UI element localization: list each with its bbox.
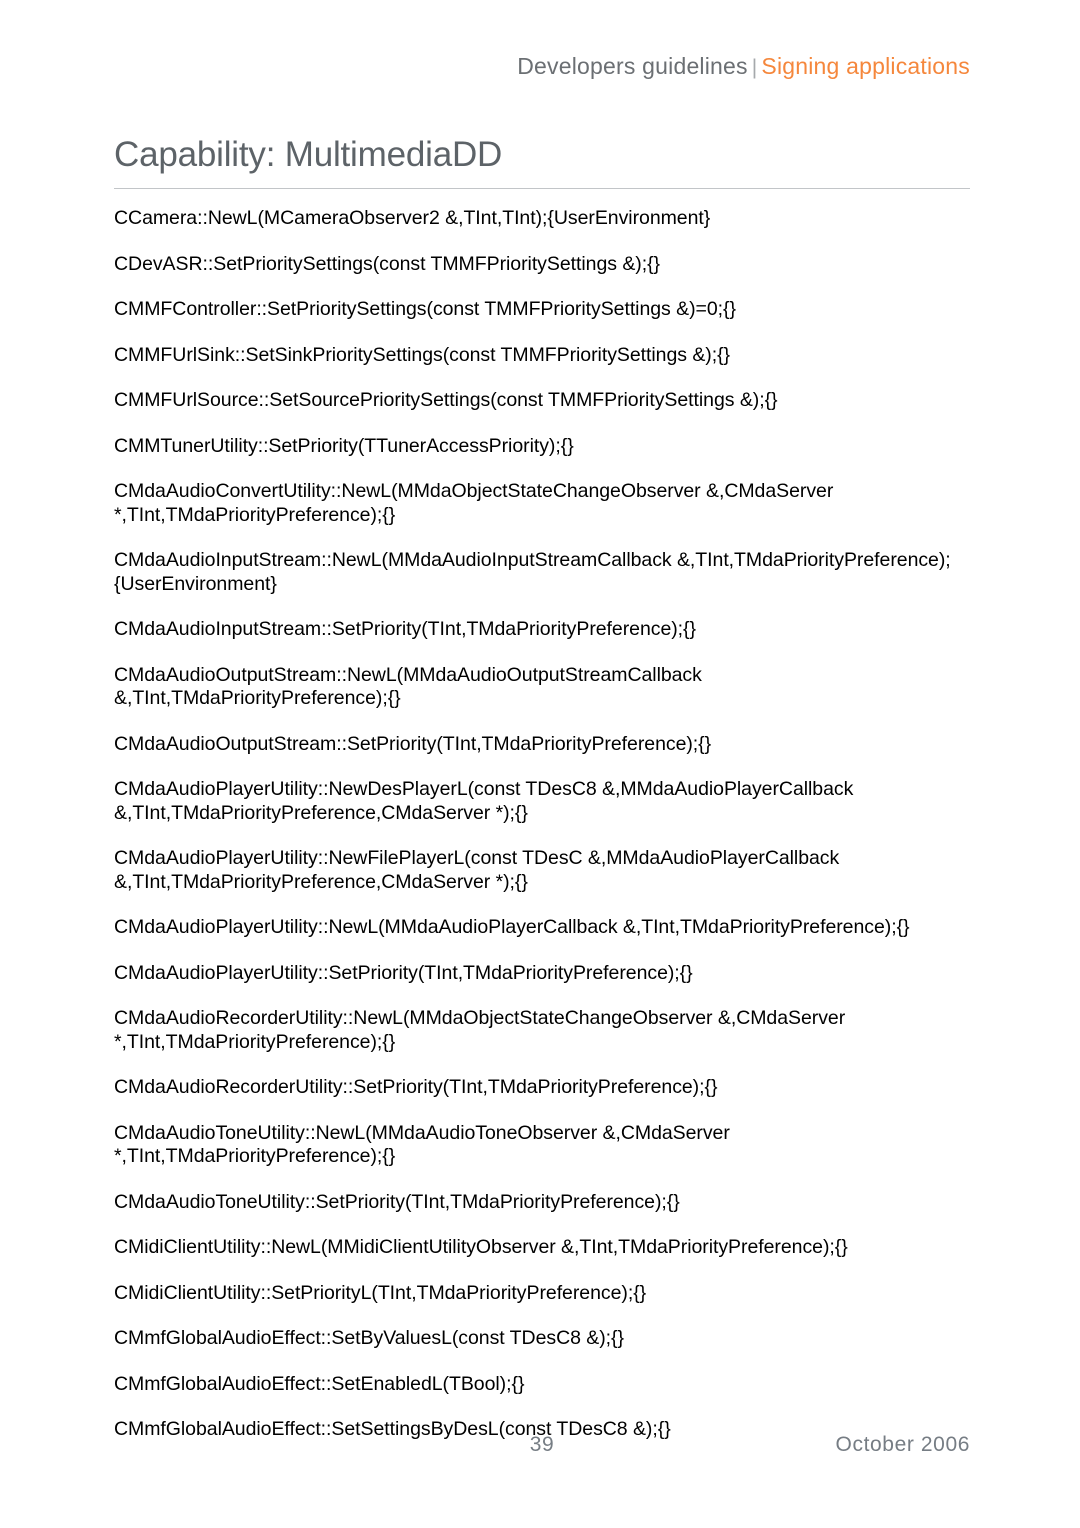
api-signature-entry: CMMFController::SetPrioritySettings(cons…: [114, 298, 736, 320]
title-divider: [114, 188, 970, 189]
api-signature-entry: CMdaAudioPlayerUtility::NewFilePlayerL(c…: [114, 847, 840, 893]
api-signature-entry: CMMTunerUtility::SetPriority(TTunerAcces…: [114, 434, 574, 457]
breadcrumb-separator: |: [751, 56, 758, 79]
api-signature-entry: CMMFUrlSource::SetSourcePrioritySettings…: [114, 389, 778, 411]
page-title: Capability: MultimediaDD: [114, 135, 503, 174]
api-signature-entry: CMdaAudioPlayerUtility::NewL(MMdaAudioPl…: [114, 916, 910, 938]
capability-api-list: CCamera::NewL(MCameraObserver2 &,TInt,TI…: [114, 207, 976, 1442]
page-header: Developers guidelines | Signing applicatio…: [114, 52, 970, 82]
api-signature-entry: CMdaAudioInputStream::NewL(MMdaAudioInpu…: [114, 549, 951, 595]
breadcrumb-current-label: Signing applications: [761, 53, 970, 79]
footer-date: October 2006: [835, 1433, 970, 1456]
document-page: Developers guidelines | Signing applicatio…: [0, 0, 1080, 1528]
api-signature-entry: CMdaAudioOutputStream::SetPriority(TInt,…: [114, 732, 712, 755]
api-signature-entry: CMdaAudioPlayerUtility::NewDesPlayerL(co…: [114, 778, 854, 824]
api-signature-entry: CMdaAudioRecorderUtility::NewL(MMdaObjec…: [114, 1007, 846, 1053]
api-signature-entry: CMmfGlobalAudioEffect::SetByValuesL(cons…: [114, 1327, 624, 1349]
api-signature-entry: CMdaAudioRecorderUtility::SetPriority(TI…: [114, 1076, 718, 1098]
api-signature-entry: CCamera::NewL(MCameraObserver2 &,TInt,TI…: [114, 207, 711, 229]
api-signature-entry: CMMFUrlSink::SetSinkPrioritySettings(con…: [114, 343, 731, 366]
api-signature-entry: CDevASR::SetPrioritySettings(const TMMFP…: [114, 252, 661, 275]
api-signature-entry: CMdaAudioConvertUtility::NewL(MMdaObject…: [114, 480, 834, 526]
api-signature-entry: CMmfGlobalAudioEffect::SetEnabledL(TBool…: [114, 1372, 525, 1395]
api-signature-entry: CMdaAudioToneUtility::SetPriority(TInt,T…: [114, 1190, 680, 1213]
title-block: Capability: MultimediaDD: [114, 133, 970, 189]
page-footer: 39 October 2006: [114, 1432, 970, 1466]
api-signature-entry: CMdaAudioInputStream::SetPriority(TInt,T…: [114, 618, 696, 640]
api-signature-entry: CMidiClientUtility::SetPriorityL(TInt,TM…: [114, 1281, 647, 1304]
breadcrumb-section-label: Developers guidelines: [517, 53, 748, 79]
api-signature-entry: CMdaAudioPlayerUtility::SetPriority(TInt…: [114, 961, 693, 984]
api-signature-entry: CMdaAudioToneUtility::NewL(MMdaAudioTone…: [114, 1121, 730, 1168]
api-signature-entry: CMdaAudioOutputStream::NewL(MMdaAudioOut…: [114, 663, 702, 710]
api-signature-entry: CMidiClientUtility::NewL(MMidiClientUtil…: [114, 1236, 848, 1258]
